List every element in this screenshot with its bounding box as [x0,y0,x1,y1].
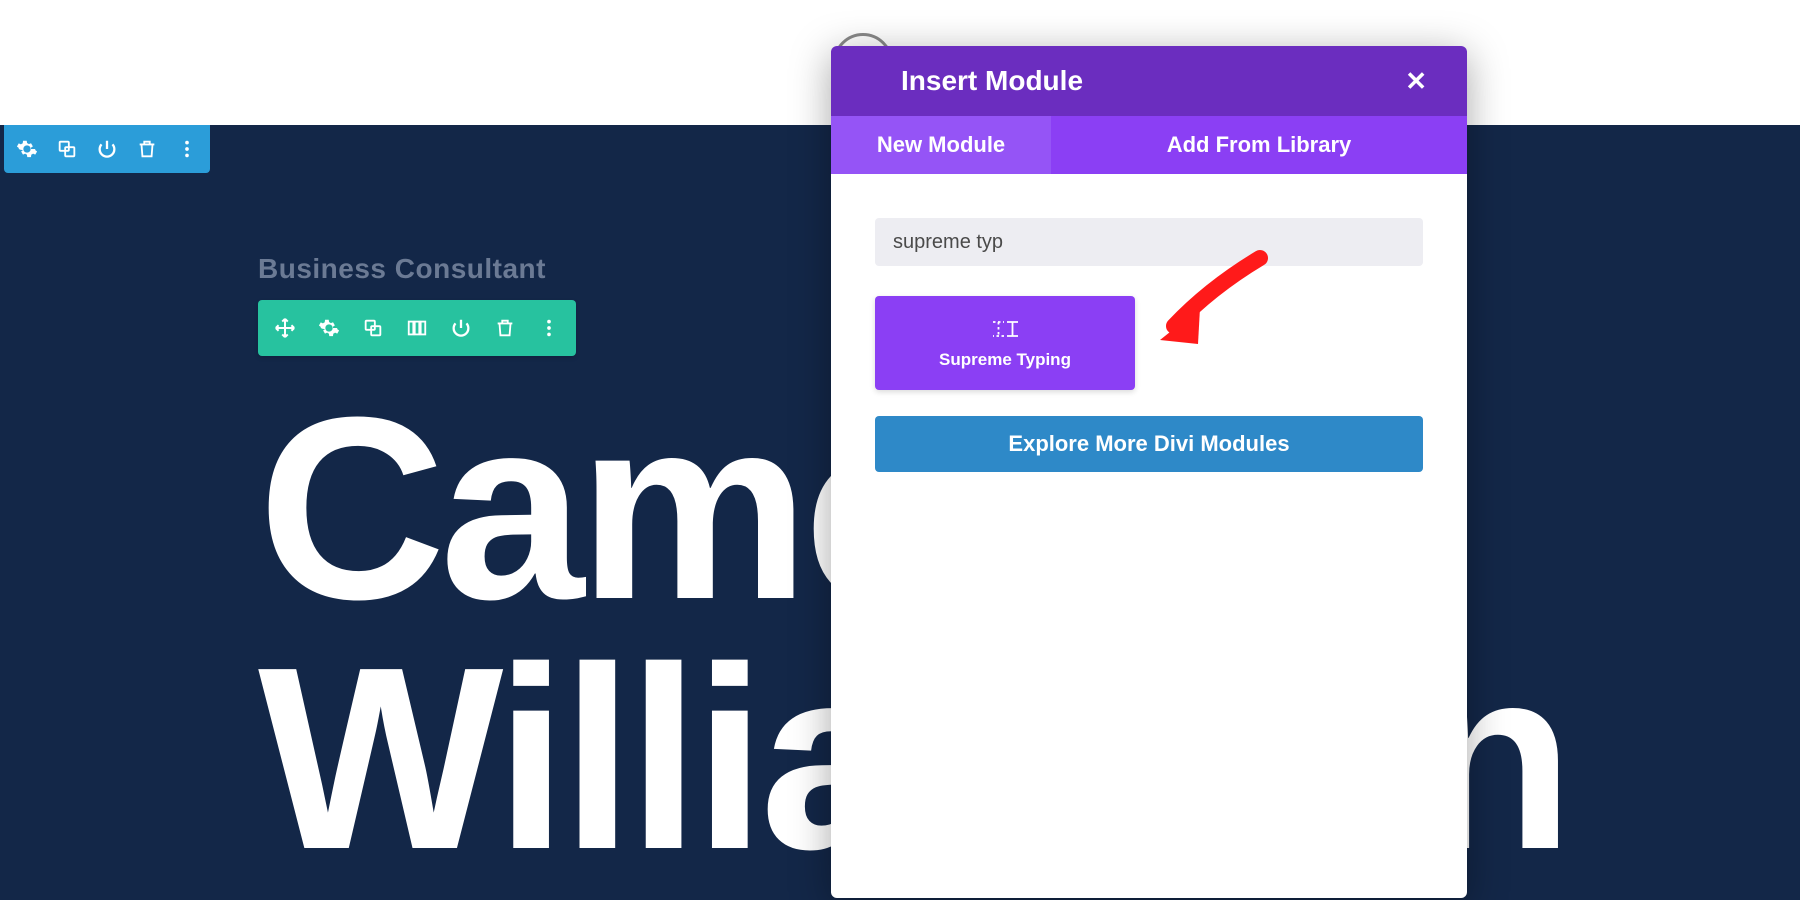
typing-icon [990,316,1020,340]
close-icon[interactable]: ✕ [1399,62,1433,101]
modal-tabs: New Module Add From Library [831,116,1467,174]
more-icon[interactable] [176,138,198,160]
power-icon[interactable] [96,138,118,160]
more-icon[interactable] [538,317,560,339]
section-toolbar [4,125,210,173]
power-icon[interactable] [450,317,472,339]
gear-icon[interactable] [16,138,38,160]
explore-more-button[interactable]: Explore More Divi Modules [875,416,1423,472]
columns-icon[interactable] [406,317,428,339]
move-icon[interactable] [274,317,296,339]
tab-new-module[interactable]: New Module [831,116,1051,174]
trash-icon[interactable] [136,138,158,160]
insert-module-modal: Insert Module ✕ New Module Add From Libr… [831,46,1467,898]
hero-subtitle: Business Consultant [258,253,546,285]
modal-body: Supreme Typing Explore More Divi Modules [831,174,1467,898]
trash-icon[interactable] [494,317,516,339]
gear-icon[interactable] [318,317,340,339]
module-supreme-typing[interactable]: Supreme Typing [875,296,1135,390]
modal-title: Insert Module [901,65,1083,97]
duplicate-icon[interactable] [362,317,384,339]
tab-add-from-library[interactable]: Add From Library [1051,116,1467,174]
module-search-input[interactable] [875,218,1423,266]
module-card-label: Supreme Typing [939,350,1071,370]
modal-header: Insert Module ✕ [831,46,1467,116]
duplicate-icon[interactable] [56,138,78,160]
row-toolbar [258,300,576,356]
